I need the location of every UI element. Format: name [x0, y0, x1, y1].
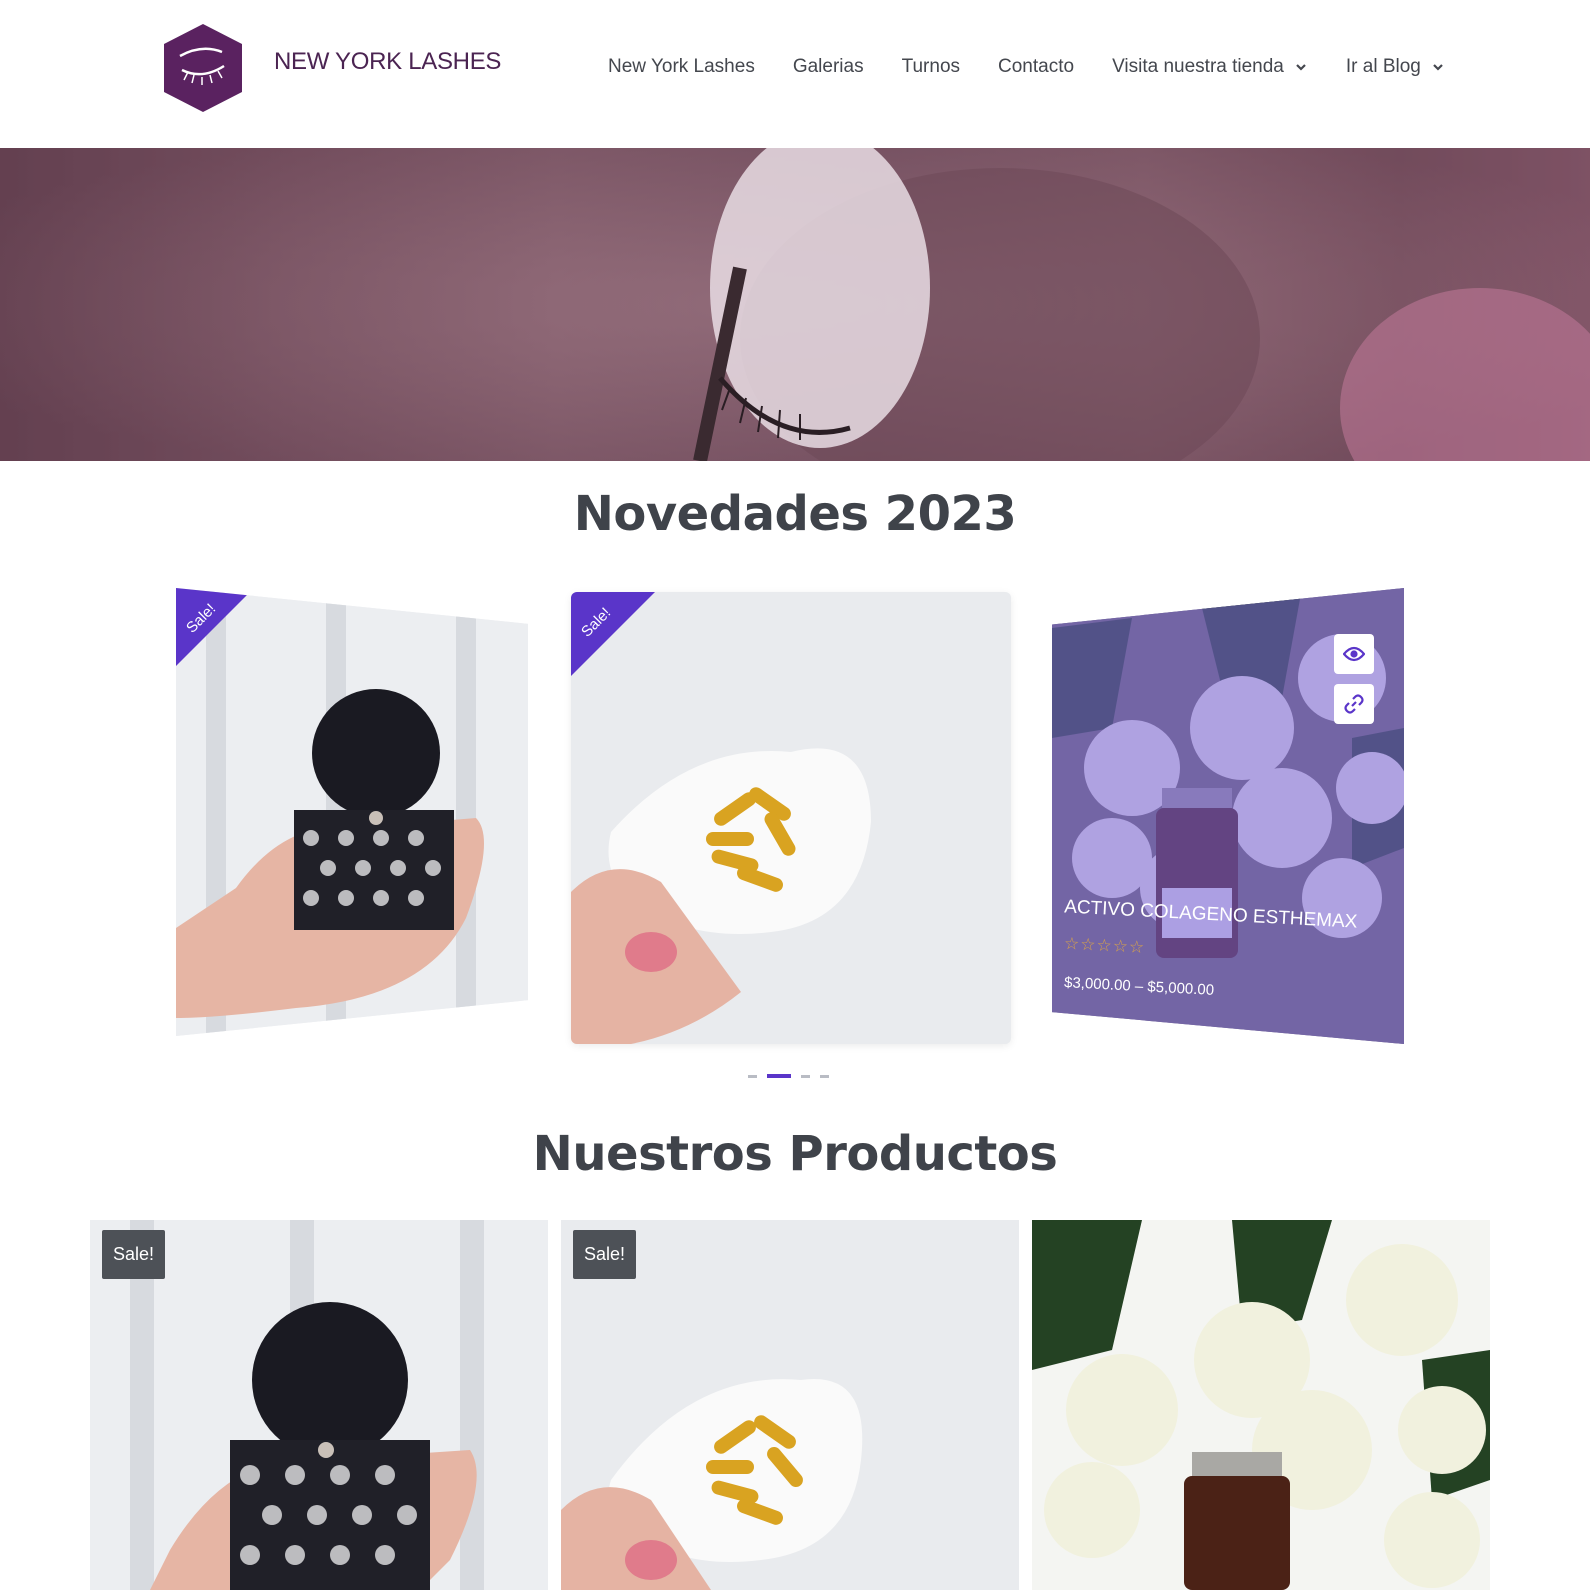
logo[interactable]	[162, 22, 244, 114]
sale-badge: Sale!	[102, 1230, 166, 1279]
hero-banner	[0, 148, 1590, 461]
carousel-card[interactable]: Sale!	[176, 588, 528, 1036]
carousel-dot[interactable]	[801, 1074, 810, 1078]
nav-item-galerias[interactable]: Galerias	[793, 56, 864, 78]
nav-label: New York Lashes	[608, 56, 755, 77]
nav-label: Visita nuestra tienda	[1112, 56, 1284, 77]
eye-icon	[1343, 646, 1365, 662]
hero-image	[0, 148, 1590, 461]
product-image	[1032, 1220, 1490, 1590]
nav-item-turnos[interactable]: Turnos	[902, 56, 960, 78]
product-card[interactable]: Sale!	[90, 1220, 548, 1590]
nav-item-blog[interactable]: Ir al Blog	[1346, 56, 1445, 78]
ribbon-shape	[176, 588, 254, 666]
link-icon	[1344, 694, 1364, 714]
nav-label: Ir al Blog	[1345, 56, 1421, 77]
carousel-card-active[interactable]: ACTIVO COLAGENO ESTHEMAX ☆☆☆☆☆ $3,000.00…	[1052, 588, 1404, 1044]
sale-badge: Sale!	[573, 1230, 637, 1279]
section-title-productos: Nuestros Productos	[532, 1126, 1058, 1182]
chevron-down-icon	[1296, 64, 1306, 71]
nav-label: Turnos	[901, 56, 961, 77]
quick-view-button[interactable]	[1334, 634, 1374, 674]
product-card[interactable]	[1032, 1220, 1490, 1590]
main-nav: New York Lashes Galerias Turnos Contacto…	[608, 56, 1445, 78]
nav-item-contacto[interactable]: Contacto	[998, 56, 1074, 78]
ribbon-shape	[571, 592, 655, 676]
nav-item-new-york-lashes[interactable]: New York Lashes	[608, 56, 755, 78]
carousel-dot-active[interactable]	[767, 1074, 791, 1078]
product-link-button[interactable]	[1334, 684, 1374, 724]
sale-ribbon: Sale!	[176, 588, 266, 678]
sale-ribbon: Sale!	[571, 592, 661, 682]
carousel-card[interactable]: Sale!	[571, 592, 1011, 1044]
brand-name[interactable]: NEW YORK LASHES	[274, 48, 501, 76]
section-title-novedades: Novedades 2023	[573, 486, 1017, 542]
nav-label: Galerias	[792, 56, 864, 77]
site-header: NEW YORK LASHES New York Lashes Galerias…	[0, 0, 1590, 148]
chevron-down-icon	[1433, 64, 1443, 71]
rating-stars: ☆☆☆☆☆	[1063, 933, 1146, 958]
carousel-dot[interactable]	[748, 1074, 757, 1078]
product-carousel[interactable]: Sale! Sale! ACTIVO COLAGENO ESTHEMAX ☆☆☆…	[0, 580, 1590, 1060]
carousel-pagination	[748, 1074, 829, 1078]
product-grid: Sale! Sale!	[90, 1220, 1490, 1590]
nav-item-tienda[interactable]: Visita nuestra tienda	[1112, 56, 1308, 78]
product-card[interactable]: Sale!	[561, 1220, 1019, 1590]
carousel-dot[interactable]	[820, 1074, 829, 1078]
nav-label: Contacto	[998, 56, 1075, 77]
logo-hexagon-icon	[164, 24, 242, 112]
